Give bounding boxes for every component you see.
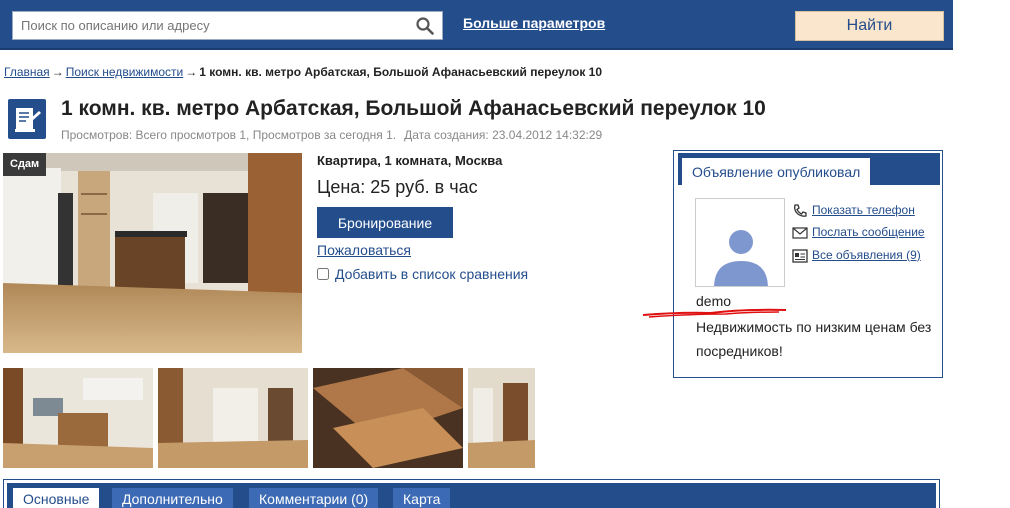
seller-description: Недвижимость по низким ценам без посредн…	[696, 319, 932, 359]
created-date: Дата создания: 23.04.2012 14:32:29	[404, 128, 603, 142]
photo-thumbnail[interactable]	[3, 368, 153, 468]
compare-option[interactable]: Добавить в список сравнения	[317, 266, 528, 282]
realty-icon	[8, 99, 46, 139]
avatar	[695, 198, 785, 287]
breadcrumb-separator: →	[51, 65, 64, 79]
search-icon[interactable]	[416, 17, 434, 35]
listing-type-badge: Сдам	[3, 153, 47, 176]
seller-panel-header: Объявление опубликовал	[678, 153, 940, 185]
booking-button[interactable]: Бронирование	[317, 207, 453, 238]
page-meta: Просмотров: Всего просмотров 1, Просмотр…	[61, 128, 602, 142]
breadcrumb-current: 1 комн. кв. метро Арбатская, Большой Афа…	[199, 65, 603, 79]
listing-tabs: Основные Дополнительно Комментарии (0) К…	[3, 479, 940, 508]
tab-main[interactable]: Основные	[13, 488, 100, 508]
breadcrumb-separator: →	[185, 65, 198, 79]
breadcrumb-search[interactable]: Поиск недвижимости	[66, 65, 184, 79]
tab-comments[interactable]: Комментарии (0)	[249, 488, 379, 508]
photo-thumbnail[interactable]	[468, 368, 535, 468]
page-title: 1 комн. кв. метро Арбатская, Большой Афа…	[61, 97, 766, 120]
main-photo[interactable]: Сдам	[3, 153, 302, 353]
compare-label: Добавить в список сравнения	[335, 266, 529, 282]
send-message-link[interactable]: Послать сообщение	[792, 225, 925, 239]
seller-tab: Объявление опубликовал	[682, 158, 871, 185]
compare-checkbox[interactable]	[317, 268, 329, 280]
phone-icon	[794, 204, 807, 217]
show-phone-link[interactable]: Показать телефон	[792, 203, 915, 217]
search-input[interactable]	[13, 12, 403, 39]
property-type: Квартира, 1 комната, Москва	[317, 153, 503, 168]
tab-additional[interactable]: Дополнительно	[112, 488, 233, 508]
ads-list-icon	[792, 249, 808, 263]
envelope-icon	[792, 227, 808, 239]
more-params-link[interactable]: Больше параметров	[463, 15, 605, 31]
listing-tabs-background: Основные Дополнительно Комментарии (0) К…	[7, 483, 936, 508]
tab-map[interactable]: Карта	[393, 488, 451, 508]
top-search-bar: Больше параметров Найти	[0, 0, 953, 50]
seller-panel: Объявление опубликовал Показать телефон …	[673, 150, 943, 378]
photo-thumbnail[interactable]	[313, 368, 463, 468]
find-button[interactable]: Найти	[795, 11, 944, 41]
all-ads-link[interactable]: Все объявления (9)	[792, 248, 921, 263]
complain-link[interactable]: Пожаловаться	[317, 242, 411, 258]
red-underline-mark	[642, 308, 787, 318]
breadcrumb-home[interactable]: Главная	[4, 65, 50, 79]
search-box[interactable]	[12, 11, 443, 40]
photo-thumbnail[interactable]	[158, 368, 308, 468]
views-count: Просмотров: Всего просмотров 1, Просмотр…	[61, 128, 397, 142]
breadcrumb: Главная → Поиск недвижимости → 1 комн. кв. м…	[4, 65, 602, 79]
price: Цена: 25 руб. в час	[317, 177, 478, 197]
